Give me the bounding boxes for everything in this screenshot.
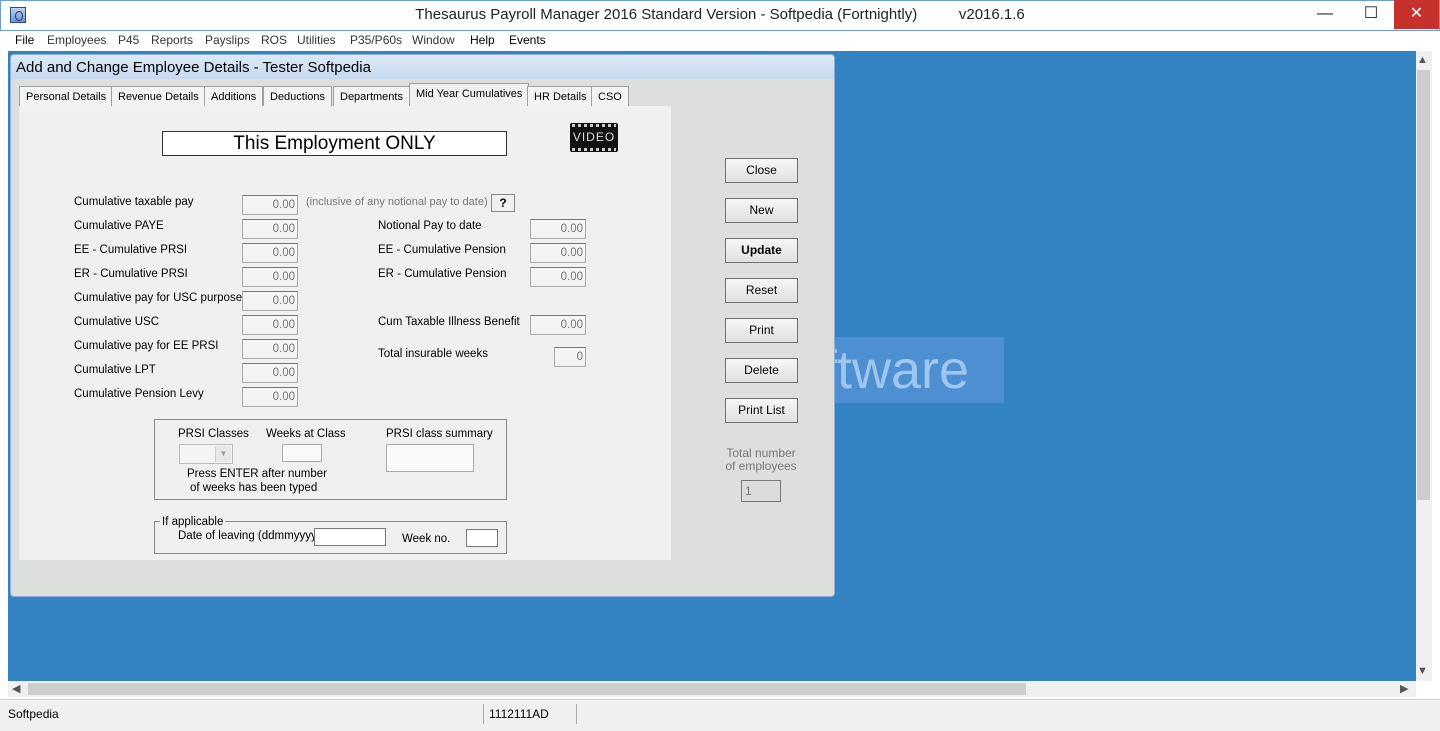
label-ee-cumulative-prsi: EE - Cumulative PRSI bbox=[74, 244, 188, 256]
close-button[interactable]: Close bbox=[725, 158, 798, 183]
input-cumulative-paye[interactable]: 0.00 bbox=[242, 219, 298, 239]
label-cumulative-usc: Cumulative USC bbox=[74, 316, 159, 328]
input-cumulative-pension-levy[interactable]: 0.00 bbox=[242, 387, 298, 407]
total-employees-label: Total number of employees bbox=[720, 447, 802, 473]
update-button[interactable]: Update bbox=[725, 238, 798, 263]
input-notional-pay[interactable]: 0.00 bbox=[530, 219, 586, 239]
close-window-button[interactable]: ✕ bbox=[1394, 0, 1439, 29]
video-icon[interactable]: VIDEO bbox=[570, 123, 618, 152]
input-cumulative-taxable-pay[interactable]: 0.00 bbox=[242, 195, 298, 215]
week-no-input[interactable] bbox=[466, 529, 498, 547]
label-cumulative-lpt: Cumulative LPT bbox=[74, 364, 156, 376]
label-if-applicable: If applicable bbox=[160, 516, 226, 528]
horizontal-scroll-thumb[interactable] bbox=[28, 683, 1026, 695]
window-title: Thesaurus Payroll Manager 2016 Standard … bbox=[415, 6, 1025, 23]
scroll-left-icon[interactable]: ◀ bbox=[12, 682, 20, 695]
label-er-cumulative-prsi: ER - Cumulative PRSI bbox=[74, 268, 188, 280]
menu-ros[interactable]: ROS bbox=[261, 33, 287, 47]
vertical-scroll-thumb[interactable] bbox=[1417, 70, 1430, 500]
menu-bar: File Employees P45 Reports Payslips ROS … bbox=[0, 31, 1440, 51]
maximize-button[interactable]: ☐ bbox=[1348, 0, 1394, 29]
total-employees-label-line2: of employees bbox=[725, 459, 797, 473]
print-list-button[interactable]: Print List bbox=[725, 398, 798, 423]
tab-mid-year-cumulatives[interactable]: Mid Year Cumulatives bbox=[409, 83, 530, 107]
tab-deductions[interactable]: Deductions bbox=[263, 86, 333, 107]
scroll-down-icon[interactable]: ▼ bbox=[1417, 665, 1428, 677]
reset-button[interactable]: Reset bbox=[725, 278, 798, 303]
input-cumulative-usc[interactable]: 0.00 bbox=[242, 315, 298, 335]
tab-hr-details[interactable]: HR Details bbox=[527, 86, 594, 107]
label-total-insurable-weeks: Total insurable weeks bbox=[378, 348, 488, 360]
menu-file[interactable]: File bbox=[15, 33, 34, 47]
help-button[interactable]: ? bbox=[491, 194, 515, 212]
label-date-of-leaving: Date of leaving (ddmmyyyy) bbox=[178, 530, 321, 542]
total-employees-count: 1 bbox=[741, 480, 781, 502]
menu-payslips[interactable]: Payslips bbox=[205, 33, 250, 47]
tab-cso[interactable]: CSO bbox=[591, 86, 629, 107]
tab-revenue-details[interactable]: Revenue Details bbox=[111, 86, 206, 107]
weeks-at-class-input[interactable] bbox=[282, 444, 322, 462]
tab-personal-details[interactable]: Personal Details bbox=[19, 86, 114, 107]
menu-events[interactable]: Events bbox=[509, 33, 546, 47]
prsi-hint-line2: of weeks has been typed bbox=[190, 482, 318, 494]
label-week-no: Week no. bbox=[402, 533, 451, 545]
status-extra bbox=[580, 704, 1430, 724]
employment-heading: This Employment ONLY bbox=[162, 131, 507, 156]
scroll-up-icon[interactable]: ▲ bbox=[1417, 54, 1428, 66]
label-cumulative-pay-usc: Cumulative pay for USC purposes bbox=[74, 292, 248, 304]
minimize-button[interactable]: — bbox=[1302, 0, 1348, 29]
label-cumulative-pension-levy: Cumulative Pension Levy bbox=[74, 388, 204, 400]
input-ee-cumulative-pension[interactable]: 0.00 bbox=[530, 243, 586, 263]
label-weeks-at-class: Weeks at Class bbox=[266, 428, 346, 440]
menu-window[interactable]: Window bbox=[412, 33, 455, 47]
input-ee-cumulative-prsi[interactable]: 0.00 bbox=[242, 243, 298, 263]
input-cum-taxable-illness-benefit[interactable]: 0.00 bbox=[530, 315, 586, 335]
input-er-cumulative-pension[interactable]: 0.00 bbox=[530, 267, 586, 287]
label-cumulative-pay-ee-prsi: Cumulative pay for EE PRSI bbox=[74, 340, 219, 352]
dialog-title: Add and Change Employee Details - Tester… bbox=[16, 59, 371, 76]
menu-p45[interactable]: P45 bbox=[118, 33, 139, 47]
new-button[interactable]: New bbox=[725, 198, 798, 223]
status-bar: Softpedia 1112111AD bbox=[0, 699, 1440, 731]
status-code: 1112111AD bbox=[487, 704, 577, 724]
print-button[interactable]: Print bbox=[725, 318, 798, 343]
label-er-cumulative-pension: ER - Cumulative Pension bbox=[378, 268, 507, 280]
input-total-insurable-weeks[interactable]: 0 bbox=[554, 347, 586, 367]
tab-departments[interactable]: Departments bbox=[333, 86, 410, 107]
background-watermark: ftware bbox=[822, 337, 1004, 403]
label-cum-taxable-illness-benefit: Cum Taxable Illness Benefit bbox=[378, 316, 520, 328]
taxable-pay-note: (inclusive of any notional pay to date) bbox=[306, 196, 488, 208]
label-cumulative-taxable-pay: Cumulative taxable pay bbox=[74, 196, 194, 208]
input-er-cumulative-prsi[interactable]: 0.00 bbox=[242, 267, 298, 287]
label-cumulative-paye: Cumulative PAYE bbox=[74, 220, 164, 232]
menu-utilities[interactable]: Utilities bbox=[297, 33, 336, 47]
label-ee-cumulative-pension: EE - Cumulative Pension bbox=[378, 244, 506, 256]
prsi-class-summary-box[interactable] bbox=[386, 444, 474, 472]
input-cumulative-pay-usc[interactable]: 0.00 bbox=[242, 291, 298, 311]
prsi-class-select[interactable]: ▼ bbox=[179, 444, 233, 464]
tab-additions[interactable]: Additions bbox=[204, 86, 264, 107]
chevron-down-icon[interactable]: ▼ bbox=[215, 446, 231, 462]
menu-help[interactable]: Help bbox=[470, 33, 495, 47]
label-notional-pay: Notional Pay to date bbox=[378, 220, 482, 232]
input-cumulative-pay-ee-prsi[interactable]: 0.00 bbox=[242, 339, 298, 359]
status-company: Softpedia bbox=[6, 704, 484, 724]
label-prsi-class-summary: PRSI class summary bbox=[386, 428, 493, 440]
delete-button[interactable]: Delete bbox=[725, 358, 798, 383]
date-of-leaving-input[interactable] bbox=[314, 528, 386, 546]
prsi-hint-line1: Press ENTER after number bbox=[187, 468, 327, 480]
label-prsi-classes: PRSI Classes bbox=[178, 428, 249, 440]
menu-p35-p60s[interactable]: P35/P60s bbox=[350, 33, 402, 47]
input-cumulative-lpt[interactable]: 0.00 bbox=[242, 363, 298, 383]
menu-reports[interactable]: Reports bbox=[151, 33, 193, 47]
scroll-right-icon[interactable]: ▶ bbox=[1400, 682, 1408, 695]
menu-employees[interactable]: Employees bbox=[47, 33, 106, 47]
